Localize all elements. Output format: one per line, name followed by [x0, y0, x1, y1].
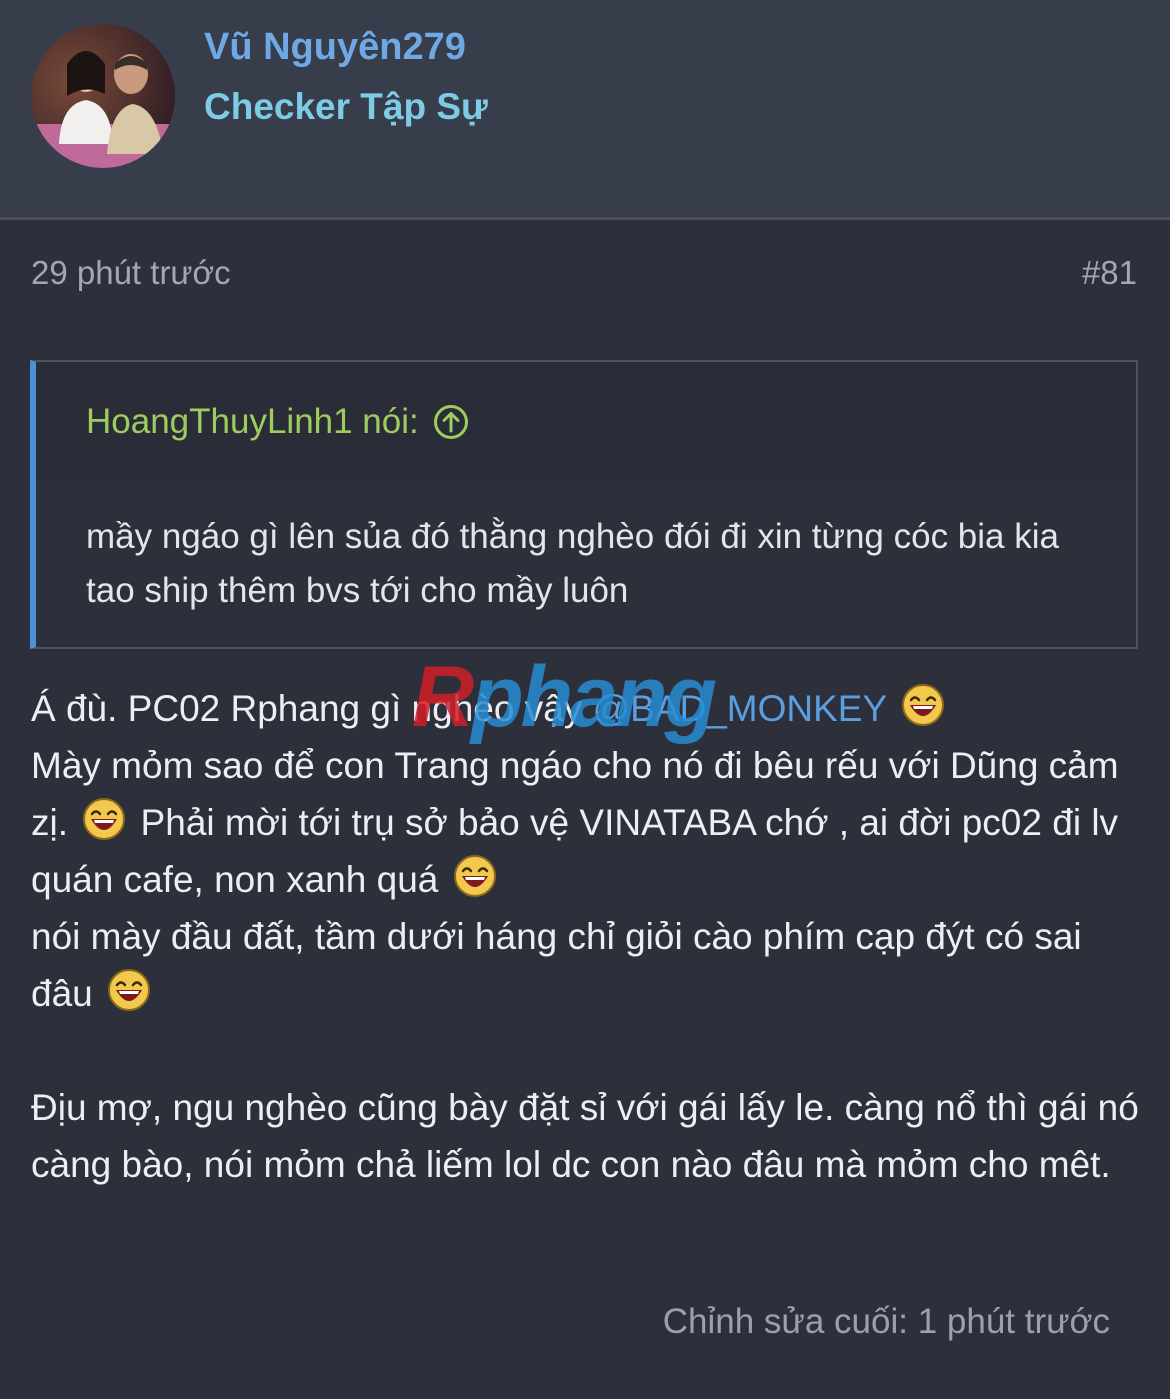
user-title: Checker Tập Sự — [204, 86, 488, 127]
laughing-smiley-icon — [82, 797, 126, 841]
quote-block: HoangThuyLinh1 nói: mầy ngáo gì lên sủa … — [30, 360, 1138, 649]
message-line: Mày mỏm sao để con Trang ngáo cho nó đi … — [31, 745, 1119, 900]
arrow-up-circle-icon[interactable] — [433, 404, 469, 440]
username-link[interactable]: Vũ Nguyên279 — [204, 26, 466, 69]
quote-text: mầy ngáo gì lên sủa đó thằng nghèo đói đ… — [86, 517, 1059, 610]
post-message: Á đù. PC02 Rphang gì nghèo vậy @BAD_MONK… — [31, 680, 1146, 1193]
post-timestamp[interactable]: 29 phút trước — [31, 254, 231, 292]
laughing-smiley-icon — [453, 854, 497, 898]
message-paragraph: Địu mợ, ngu nghèo cũng bày đặt sỉ với gá… — [31, 1087, 1139, 1185]
message-line: nói mày đầu đất, tầm dưới háng chỉ giỏi … — [31, 916, 1082, 1014]
message-line: Á đù. PC02 Rphang gì nghèo vậy @BAD_MONK… — [31, 680, 1146, 737]
forum-post: Vũ Nguyên279 Checker Tập Sự 29 phút trướ… — [0, 0, 1170, 1399]
quote-author-link[interactable]: HoangThuyLinh1 nói: — [86, 402, 469, 442]
quote-header: HoangThuyLinh1 nói: — [36, 362, 1136, 480]
post-number-link[interactable]: #81 — [1082, 254, 1137, 292]
quote-author-label: HoangThuyLinh1 nói: — [86, 402, 419, 441]
user-avatar[interactable] — [31, 24, 175, 168]
post-user-header: Vũ Nguyên279 Checker Tập Sự — [0, 0, 1170, 220]
laughing-smiley-icon — [107, 968, 151, 1012]
last-edited-note: Chỉnh sửa cuối: 1 phút trước — [662, 1302, 1110, 1341]
user-mention-link[interactable]: @BAD_MONKEY — [593, 688, 887, 729]
laughing-smiley-icon — [901, 683, 945, 727]
